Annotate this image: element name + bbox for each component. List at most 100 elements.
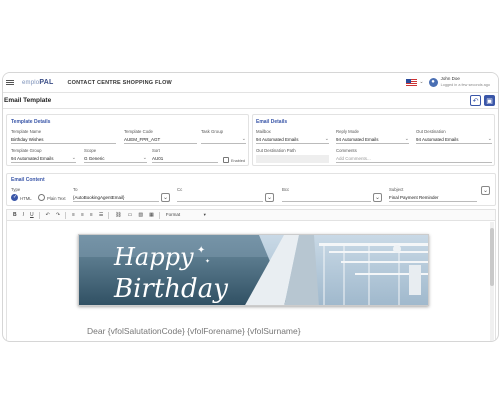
- us-flag-icon[interactable]: [406, 78, 418, 86]
- app-window: emploPAL CONTACT CENTRE SHOPPING FLOW ⌄ …: [2, 72, 499, 342]
- align-left-icon[interactable]: ≡: [72, 212, 75, 218]
- save-button[interactable]: ▣: [484, 95, 495, 106]
- template-code-input[interactable]: AUEM_FPR_AGT: [124, 137, 197, 144]
- cc-expand-button[interactable]: ⌄: [265, 193, 274, 202]
- enabled-checkbox[interactable]: [223, 157, 229, 163]
- toolbar-divider: [38, 211, 40, 219]
- toolbar-divider: [65, 211, 67, 219]
- template-group-select[interactable]: 94 Automated Emails ⌄: [11, 155, 76, 163]
- html-radio[interactable]: [11, 194, 18, 201]
- task-group-label: Task Group: [201, 129, 223, 134]
- plain-text-radio[interactable]: [38, 194, 45, 201]
- type-label: Type: [11, 187, 21, 192]
- email-details-title: Email Details: [256, 119, 288, 125]
- toolbar-divider: [158, 211, 160, 219]
- chevron-down-icon: ⌄: [404, 136, 409, 142]
- cc-input[interactable]: [177, 195, 263, 202]
- mailbox-label: Mailbox: [256, 129, 271, 134]
- bcc-input[interactable]: [282, 195, 371, 202]
- comments-placeholder: Add Comments...: [336, 156, 371, 161]
- page-header: Email Template ↶ ▣: [3, 93, 498, 109]
- underline-icon[interactable]: U: [30, 212, 34, 218]
- italic-icon[interactable]: I: [23, 212, 24, 218]
- task-group-select[interactable]: ⌄: [201, 136, 246, 144]
- chevron-down-icon: ⌄: [487, 136, 492, 142]
- email-content-panel: Email Content Type HTML Plain Text To {A…: [6, 173, 496, 206]
- out-destination-path-label: Out Destination Path: [256, 148, 296, 153]
- to-input[interactable]: {AutoBookingAgentEmail}: [73, 195, 159, 202]
- sort-input[interactable]: AU01: [152, 156, 218, 163]
- template-name-input[interactable]: Birthday Wishes: [11, 137, 116, 144]
- table-icon[interactable]: ▦: [149, 212, 154, 218]
- mailbox-value: 94 Automated Emails: [256, 137, 299, 142]
- template-name-label: Template Name: [11, 129, 42, 134]
- enabled-label: Enabled: [231, 159, 245, 163]
- template-details-title: Template Details: [11, 119, 51, 125]
- plain-text-radio-label: Plain Text: [47, 196, 66, 201]
- comments-input[interactable]: Add Comments...: [336, 156, 492, 163]
- bcc-expand-button[interactable]: ⌄: [373, 193, 382, 202]
- chevron-down-icon[interactable]: ⌄: [419, 79, 423, 85]
- app-logo: emploPAL: [22, 79, 53, 86]
- user-status: Logged in a few seconds ago: [440, 83, 490, 87]
- out-destination-path-input[interactable]: [256, 155, 329, 163]
- chevron-down-icon: ⌄: [374, 195, 381, 201]
- out-destination-value: 94 Automated Emails: [416, 137, 459, 142]
- template-code-label: Template Code: [124, 129, 153, 134]
- menu-icon[interactable]: [6, 80, 18, 85]
- undo-icon[interactable]: ↶: [46, 212, 50, 218]
- header-actions: ↶ ▣: [470, 95, 495, 106]
- link-icon[interactable]: ⛓: [115, 212, 121, 218]
- format-label: Format: [165, 212, 181, 217]
- align-right-icon[interactable]: ≡: [90, 212, 93, 218]
- editor-scrollbar-thumb[interactable]: [490, 228, 494, 286]
- user-area: ⌄ ● John Doe Logged in a few seconds ago: [406, 76, 490, 88]
- subject-input[interactable]: Final Payment Reminder: [389, 195, 477, 202]
- to-value: {AutoBookingAgentEmail}: [73, 195, 125, 200]
- scope-select[interactable]: G Generic ⌄: [84, 155, 147, 163]
- format-dropdown[interactable]: Format ▾: [166, 212, 206, 218]
- code-icon[interactable]: ▭: [128, 212, 133, 218]
- template-code-value: AUEM_FPR_AGT: [124, 137, 161, 142]
- cc-label: Cc: [177, 187, 183, 192]
- chevron-down-icon: ⌄: [266, 195, 273, 201]
- list-icon[interactable]: ☰: [99, 212, 103, 218]
- chevron-down-icon: ⌄: [241, 136, 246, 142]
- email-details-panel: Email Details Mailbox 94 Automated Email…: [252, 114, 495, 166]
- mailbox-select[interactable]: 94 Automated Emails ⌄: [256, 136, 329, 144]
- to-label: To: [73, 187, 78, 192]
- out-destination-select[interactable]: 94 Automated Emails ⌄: [416, 136, 492, 144]
- undo-button[interactable]: ↶: [470, 95, 481, 106]
- out-destination-label: Out Destination: [416, 129, 446, 134]
- sort-label: Sort: [152, 148, 160, 153]
- subject-value: Final Payment Reminder: [389, 195, 439, 200]
- expand-button[interactable]: ⌄: [481, 186, 490, 195]
- template-name-value: Birthday Wishes: [11, 137, 44, 142]
- app-title: CONTACT CENTRE SHOPPING FLOW: [67, 79, 172, 86]
- avatar[interactable]: ●: [428, 77, 438, 87]
- scope-label: Scope: [84, 148, 97, 153]
- page-title: Email Template: [4, 97, 52, 104]
- template-group-label: Template Group: [11, 148, 42, 153]
- chevron-down-icon: ⌄: [324, 136, 329, 142]
- chevron-down-icon: ▾: [203, 212, 206, 217]
- align-center-icon[interactable]: ≡: [81, 212, 84, 218]
- chevron-down-icon: ⌄: [142, 155, 147, 161]
- chevron-down-icon: ⌄: [162, 195, 169, 201]
- editor-scrollbar[interactable]: [490, 222, 494, 341]
- to-expand-button[interactable]: ⌄: [161, 193, 170, 202]
- reply-mode-select[interactable]: 94 Automated Emails ⌄: [336, 136, 409, 144]
- redo-icon[interactable]: ↷: [56, 212, 60, 218]
- logo-suffix: PAL: [39, 79, 54, 86]
- subject-label: Subject: [389, 187, 404, 192]
- email-content-title: Email Content: [11, 177, 45, 183]
- birthday-banner-image: Happy Birthday ✦ ✦: [78, 234, 429, 306]
- bold-icon[interactable]: B: [13, 212, 17, 218]
- user-info: John Doe Logged in a few seconds ago: [441, 76, 490, 88]
- bcc-label: Bcc: [282, 187, 290, 192]
- image-icon[interactable]: ▨: [138, 212, 143, 218]
- top-bar: emploPAL CONTACT CENTRE SHOPPING FLOW ⌄ …: [3, 73, 498, 93]
- rich-text-editor[interactable]: B I U ↶ ↷ ≡ ≡ ≡ ☰ ⛓ ▭ ▨ ▦ Format ▾ Happy…: [6, 209, 496, 341]
- star-icon: ✦: [205, 258, 210, 265]
- comments-label: Comments: [336, 148, 357, 153]
